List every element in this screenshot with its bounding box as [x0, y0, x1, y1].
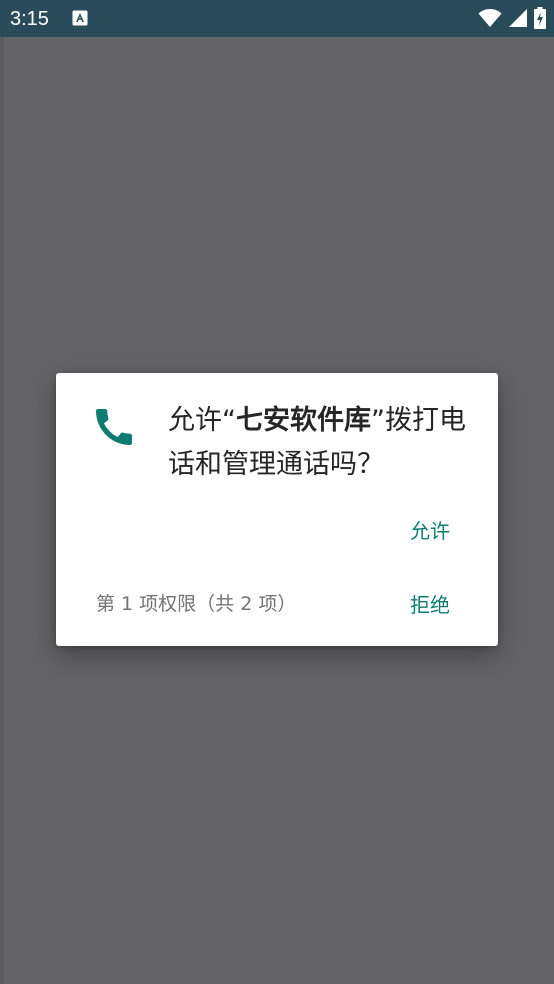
phone-icon — [96, 409, 132, 445]
left-edge-shadow — [0, 37, 4, 984]
deny-button[interactable]: 拒绝 — [404, 587, 456, 623]
status-time: 3:15 — [10, 8, 49, 30]
permission-counter: 第 1 项权限（共 2 项） — [96, 593, 297, 615]
dialog-message: 允许“七安软件库”拨打电话和管理通话吗？ — [168, 399, 478, 487]
allow-button[interactable]: 允许 — [404, 513, 456, 549]
app-notification-icon — [72, 10, 88, 26]
app-name: 七安软件库 — [236, 405, 371, 436]
status-icons — [478, 7, 546, 29]
cellular-signal-icon — [509, 9, 527, 27]
status-bar: 3:15 — [0, 0, 554, 37]
wifi-icon — [478, 9, 502, 27]
message-prefix: 允许“ — [168, 405, 236, 436]
battery-charging-icon — [534, 7, 546, 29]
screen: 3:15 允许“七安软件库”拨打电话和管理通话吗？ 允许 第 1 项权限（共 2… — [0, 0, 554, 984]
permission-dialog: 允许“七安软件库”拨打电话和管理通话吗？ 允许 第 1 项权限（共 2 项） 拒… — [56, 373, 498, 646]
